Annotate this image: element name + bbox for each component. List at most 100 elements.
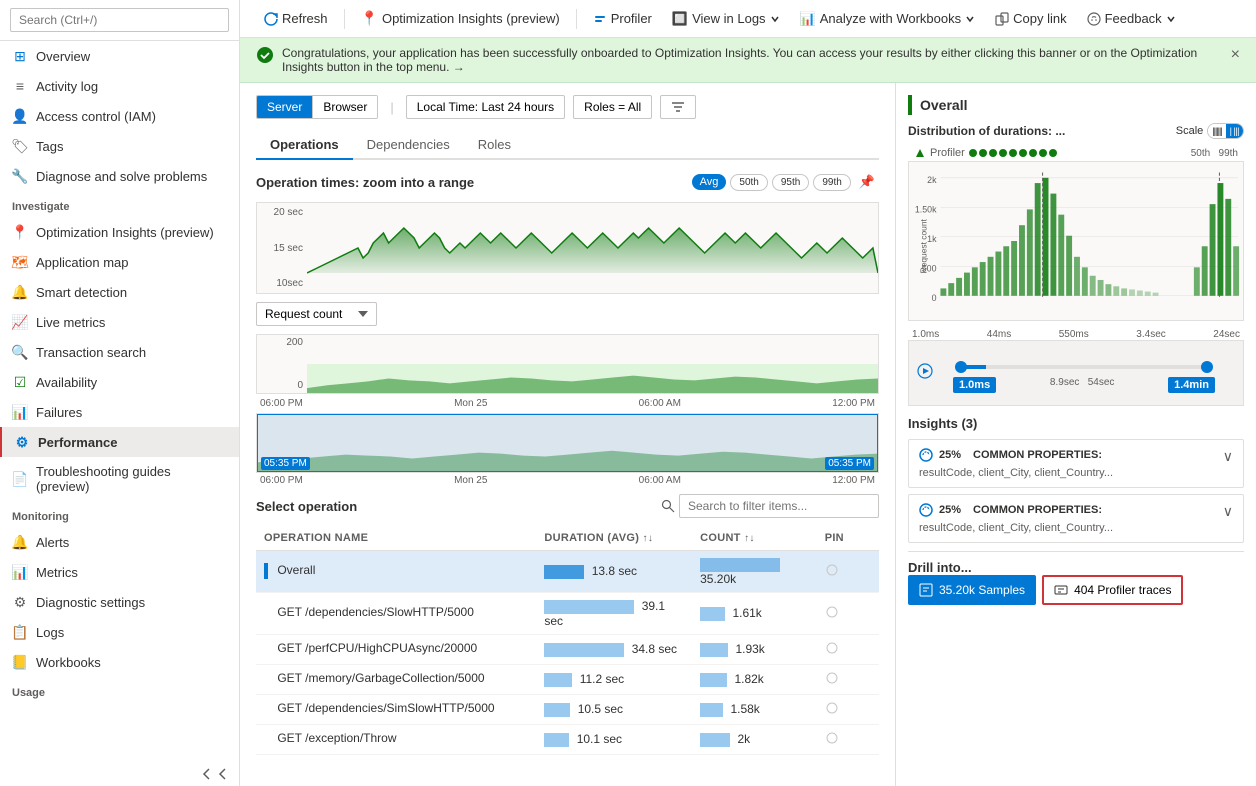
brush-area[interactable]: 05:35 PM 05:35 PM — [256, 413, 879, 473]
dur-label-0: 1.0ms — [912, 329, 939, 340]
sidebar-item-troubleshooting[interactable]: 📄 Troubleshooting guides (preview) — [0, 457, 239, 501]
scale-log[interactable]: | ||| — [1226, 124, 1243, 138]
overview-icon: ⊞ — [12, 48, 28, 64]
banner-close-button[interactable]: × — [1231, 46, 1240, 64]
sidebar-item-application-map[interactable]: 🗺 Application map — [0, 247, 239, 277]
sidebar-item-alerts[interactable]: 🔔 Alerts — [0, 527, 239, 557]
p99-pill[interactable]: 99th — [813, 174, 850, 191]
col-pin: PIN — [817, 526, 879, 551]
time-filter-button[interactable]: Local Time: Last 24 hours — [406, 95, 565, 119]
sidebar-item-availability[interactable]: ☑ Availability — [0, 367, 239, 397]
copy-link-button[interactable]: Copy link — [987, 7, 1074, 30]
table-row[interactable]: GET /perfCPU/HighCPUAsync/20000 34.8 sec… — [256, 634, 879, 664]
col-count[interactable]: COUNT ↑↓ — [692, 526, 817, 551]
op-pin-cell[interactable] — [817, 724, 879, 754]
insight-expand-1[interactable]: ∨ — [1223, 503, 1233, 520]
avg-pill[interactable]: Avg — [692, 174, 727, 190]
chevron-down-icon3 — [1166, 14, 1176, 24]
collapse-sidebar-button[interactable] — [0, 762, 239, 786]
slider-handle-left[interactable] — [955, 361, 967, 373]
browser-filter-button[interactable]: Browser — [313, 96, 377, 118]
x-label-1: Mon 25 — [454, 398, 487, 409]
sidebar-item-optimization-insights[interactable]: 📍 Optimization Insights (preview) — [0, 217, 239, 247]
sidebar-item-failures[interactable]: 📊 Failures — [0, 397, 239, 427]
optimization-insights-button[interactable]: 📍 Optimization Insights (preview) — [353, 6, 568, 31]
op-pin-cell[interactable] — [817, 592, 879, 634]
chart-type-dropdown[interactable]: Request count Duration Failed requests — [256, 302, 377, 326]
search-input[interactable] — [10, 8, 229, 32]
more-filters-button[interactable] — [660, 95, 696, 119]
op-pin-cell[interactable] — [817, 634, 879, 664]
sidebar-item-transaction-search[interactable]: 🔍 Transaction search — [0, 337, 239, 367]
diagnostic-settings-icon: ⚙ — [12, 594, 28, 610]
toolbar: Refresh 📍 Optimization Insights (preview… — [240, 0, 1256, 38]
pin-icon[interactable] — [825, 701, 839, 715]
table-row[interactable]: Overall 13.8 sec 35.20k — [256, 551, 879, 593]
scale-linear[interactable]: ||||||| — [1208, 124, 1225, 138]
op-pin-cell[interactable] — [817, 664, 879, 694]
roles-filter-button[interactable]: Roles = All — [573, 95, 652, 119]
sidebar-item-logs[interactable]: 📋 Logs — [0, 617, 239, 647]
pin-button[interactable]: 📌 — [855, 170, 879, 194]
count-bar — [700, 558, 780, 572]
sidebar-item-label: Smart detection — [36, 285, 127, 300]
sidebar-item-tags[interactable]: 🏷 Tags — [0, 131, 239, 161]
table-row[interactable]: GET /exception/Throw 10.1 sec 2k — [256, 724, 879, 754]
insight-circle-icon-1 — [919, 503, 933, 517]
table-row[interactable]: GET /dependencies/SlowHTTP/5000 39.1 sec… — [256, 592, 879, 634]
brush-x-label-3: 12:00 PM — [832, 475, 875, 486]
table-row[interactable]: GET /dependencies/SimSlowHTTP/5000 10.5 … — [256, 694, 879, 724]
server-browser-toggle: Server Browser — [256, 95, 378, 119]
analyze-workbooks-button[interactable]: 📊 Analyze with Workbooks — [792, 7, 984, 31]
profiler-icon — [593, 12, 607, 26]
sidebar-item-access-control[interactable]: 👤 Access control (IAM) — [0, 101, 239, 131]
filter-icon — [671, 100, 685, 114]
op-pin-cell[interactable] — [817, 551, 879, 593]
table-row[interactable]: GET /memory/GarbageCollection/5000 11.2 … — [256, 664, 879, 694]
sidebar-item-activity-log[interactable]: ≡ Activity log — [0, 71, 239, 101]
refresh-button[interactable]: Refresh — [256, 7, 336, 30]
tab-operations[interactable]: Operations — [256, 131, 353, 160]
drill-samples-button[interactable]: 35.20k Samples — [908, 575, 1036, 605]
sidebar-item-label: Diagnostic settings — [36, 595, 145, 610]
drill-profiler-button[interactable]: 404 Profiler traces — [1042, 575, 1183, 605]
p50-pill[interactable]: 50th — [730, 174, 767, 191]
pin-icon[interactable] — [825, 641, 839, 655]
insight-card-0[interactable]: 25% COMMON PROPERTIES: resultCode, clien… — [908, 439, 1244, 488]
operations-search-input[interactable] — [679, 494, 879, 518]
p95-pill[interactable]: 95th — [772, 174, 809, 191]
op-duration: 34.8 sec — [632, 642, 677, 656]
op-pin-cell[interactable] — [817, 694, 879, 724]
line-chart-svg-container — [307, 203, 878, 293]
server-filter-button[interactable]: Server — [257, 96, 313, 118]
slider-handle-right[interactable] — [1201, 361, 1213, 373]
profiler-dot — [1029, 149, 1037, 157]
view-in-logs-button[interactable]: 🔲 View in Logs — [664, 7, 788, 31]
sidebar-item-metrics[interactable]: 📊 Metrics — [0, 557, 239, 587]
insight-content-0: 25% COMMON PROPERTIES: resultCode, clien… — [919, 448, 1113, 479]
feedback-button[interactable]: Feedback — [1079, 7, 1184, 30]
sidebar-item-performance[interactable]: ⚙ Performance — [0, 427, 239, 457]
sidebar-item-label: Workbooks — [36, 655, 101, 670]
feedback-icon — [1087, 12, 1101, 26]
pin-icon[interactable] — [825, 731, 839, 745]
pin-icon[interactable] — [825, 563, 839, 577]
insight-card-1[interactable]: 25% COMMON PROPERTIES: resultCode, clien… — [908, 494, 1244, 543]
sidebar-item-diagnostic-settings[interactable]: ⚙ Diagnostic settings — [0, 587, 239, 617]
profiler-button[interactable]: Profiler — [585, 7, 660, 30]
pin-icon[interactable] — [825, 605, 839, 619]
col-duration[interactable]: DURATION (AVG) ↑↓ — [536, 526, 692, 551]
logs-icon-toolbar: 🔲 — [672, 11, 688, 27]
slider-area[interactable]: 1.0ms 8.9sec 54sec 1.4min — [908, 340, 1244, 406]
tab-roles[interactable]: Roles — [464, 131, 525, 160]
sidebar-item-workbooks[interactable]: 📒 Workbooks — [0, 647, 239, 677]
col-operation-name[interactable]: OPERATION NAME — [256, 526, 536, 551]
pin-icon[interactable] — [825, 671, 839, 685]
sidebar-item-smart-detection[interactable]: 🔔 Smart detection — [0, 277, 239, 307]
tab-dependencies[interactable]: Dependencies — [353, 131, 464, 160]
chart-y-axis: 20 sec 15 sec 10sec — [257, 203, 307, 293]
sidebar-item-live-metrics[interactable]: 📈 Live metrics — [0, 307, 239, 337]
sidebar-item-overview[interactable]: ⊞ Overview — [0, 41, 239, 71]
sidebar-item-diagnose[interactable]: 🔧 Diagnose and solve problems — [0, 161, 239, 191]
insight-expand-0[interactable]: ∨ — [1223, 448, 1233, 465]
